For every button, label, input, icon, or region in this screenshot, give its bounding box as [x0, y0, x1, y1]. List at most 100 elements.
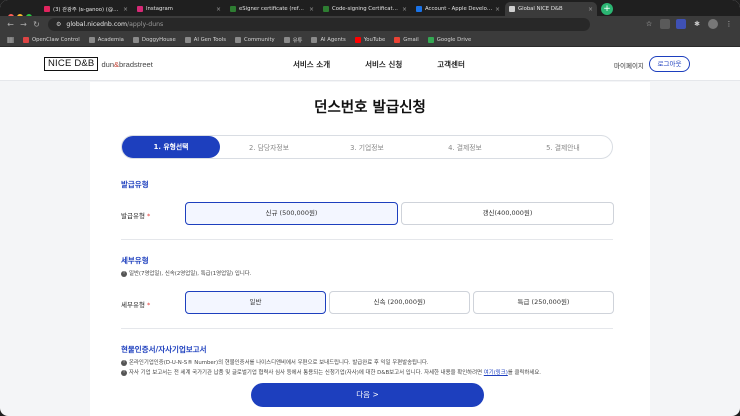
- menu-kebab-icon[interactable]: ⋮: [724, 19, 734, 29]
- bookmark-label: Academia: [97, 36, 124, 43]
- tab-close-icon[interactable]: ×: [309, 6, 314, 13]
- bookmark-label: OpenClaw Control: [32, 36, 80, 43]
- bookmark-item[interactable]: DoggyHouse: [132, 36, 176, 43]
- address-bar[interactable]: ⚙ global.nicednb.com/apply-duns: [48, 18, 590, 31]
- tab-title: Instagram: [146, 6, 173, 12]
- divider: [121, 239, 613, 240]
- toolbar-actions: ☆ ✱ ⋮: [638, 19, 734, 29]
- info-icon: !: [121, 369, 127, 376]
- bookmark-item[interactable]: AI Gen Tools: [184, 36, 227, 43]
- bookmark-label: YouTube: [363, 36, 386, 43]
- browser-tab[interactable]: Code-signing Certificate For ×: [319, 2, 411, 16]
- browser-tab[interactable]: Account - Apple Developer ×: [412, 2, 504, 16]
- detail-option-express[interactable]: 신속 (200,000원): [329, 291, 470, 314]
- bookmark-item[interactable]: Academia: [88, 36, 124, 43]
- tab-close-icon[interactable]: ×: [216, 6, 221, 13]
- nav-item[interactable]: 서비스 신청: [365, 59, 402, 70]
- tab-close-icon[interactable]: ×: [588, 6, 593, 13]
- bookmark-label: Gmail: [403, 36, 419, 43]
- tab-title: Code-signing Certificate For: [332, 6, 400, 12]
- bookmark-item[interactable]: 유튜: [283, 36, 303, 44]
- url-path: /apply-duns: [127, 21, 164, 28]
- tab-favicon-icon: [230, 6, 236, 12]
- folder-icon: [235, 36, 242, 43]
- report-detail-link[interactable]: 여기(링크): [484, 370, 508, 376]
- tab-close-icon[interactable]: ×: [402, 6, 407, 13]
- main-nav: 서비스 소개 서비스 신청 고객센터: [293, 59, 500, 70]
- back-icon[interactable]: ←: [4, 20, 17, 29]
- bookmark-label: AI Gen Tools: [193, 36, 227, 43]
- mypage-link[interactable]: 마이페이지: [614, 60, 644, 70]
- bookmark-item[interactable]: OpenClaw Control: [23, 36, 80, 43]
- browser-tab[interactable]: Instagram ×: [133, 2, 225, 16]
- url-host: global.nicednb.com: [66, 21, 128, 28]
- bookmark-item[interactable]: Community: [235, 36, 275, 43]
- logo-text: NICE D&B: [44, 57, 99, 71]
- nice-dnb-logo[interactable]: NICE D&B dun&bradstreet: [44, 57, 153, 71]
- next-button[interactable]: 다음 >: [251, 383, 484, 407]
- forward-icon[interactable]: →: [17, 20, 30, 29]
- bookmark-label: 유튜: [292, 37, 303, 44]
- browser-tab[interactable]: eSigner certificate (ref# co- ×: [226, 2, 318, 16]
- site-info-icon[interactable]: ⚙: [56, 21, 61, 28]
- folder-icon: [184, 36, 191, 43]
- logo-subtext: dun&bradstreet: [101, 59, 153, 69]
- step-5: 5. 결제안내: [546, 144, 580, 152]
- bookmark-item[interactable]: AI Agents: [311, 36, 346, 43]
- browser-tab[interactable]: Global NICE D&B ×: [505, 2, 597, 16]
- bookmark-label: Google Drive: [436, 36, 472, 43]
- bookmark-label: DoggyHouse: [141, 36, 176, 43]
- issue-option-renew[interactable]: 갱신(400,000원): [401, 202, 614, 225]
- tab-title: Account - Apple Developer: [425, 6, 493, 12]
- issue-option-new[interactable]: 신규 (500,000원): [185, 202, 398, 225]
- reload-icon[interactable]: ↻: [30, 20, 43, 29]
- detail-type-heading: 세부유형: [121, 256, 149, 265]
- tab-favicon-icon: [137, 6, 143, 12]
- extension-icon[interactable]: [676, 19, 686, 29]
- step-1: 1. 유형선택: [122, 136, 220, 158]
- logout-button[interactable]: 로그아웃: [649, 56, 690, 72]
- issue-type-heading: 발급유형: [121, 180, 149, 189]
- detail-option-normal[interactable]: 일반: [185, 291, 326, 314]
- tab-favicon-icon: [416, 6, 422, 12]
- detail-type-hint: ! 일반(7영업일), 신속(2영업일), 특급(1영업일) 입니다.: [121, 269, 251, 277]
- nav-item[interactable]: 서비스 소개: [293, 59, 330, 70]
- nav-item[interactable]: 고객센터: [437, 59, 465, 70]
- folder-icon: [88, 36, 95, 43]
- tab-title: eSigner certificate (ref# co-: [239, 6, 307, 12]
- step-4: 4. 결제정보: [448, 144, 482, 152]
- profile-avatar-icon[interactable]: [708, 19, 718, 29]
- detail-option-urgent[interactable]: 특급 (250,000원): [473, 291, 614, 314]
- bookmark-item[interactable]: Google Drive: [427, 36, 472, 43]
- browser-tab[interactable]: (3) 관광주 (ผ-ganoo) (@hganoo×: [40, 2, 132, 16]
- tab-strip: (3) 관광주 (ผ-ganoo) (@hganoo×Instagram×eSi…: [0, 0, 740, 20]
- tab-title: (3) 관광주 (ผ-ganoo) (@hganoo: [53, 6, 121, 13]
- extensions-puzzle-icon[interactable]: ✱: [692, 19, 702, 29]
- issue-type-label: 발급유형 *: [121, 212, 151, 220]
- new-tab-button[interactable]: +: [601, 3, 613, 15]
- page-title: 던스번호 발급신청: [314, 100, 426, 116]
- tab-favicon-icon: [44, 6, 50, 12]
- step-2: 2. 담당자정보: [249, 144, 289, 152]
- folder-icon: [311, 36, 318, 43]
- step-3: 3. 기업정보: [350, 144, 384, 152]
- bookmark-item[interactable]: Gmail: [394, 36, 419, 43]
- info-icon: !: [121, 270, 127, 277]
- tabs: (3) 관광주 (ผ-ganoo) (@hganoo×Instagram×eSi…: [40, 2, 613, 16]
- bookmark-item[interactable]: YouTube: [354, 36, 386, 43]
- certificate-note: ! 온라인기업인증(D-U-N-S® Number)의 현물인증서를 나이스디앤비…: [121, 358, 429, 366]
- detail-type-label: 세부유형 *: [121, 301, 151, 309]
- extension-icon[interactable]: [660, 19, 670, 29]
- info-icon: !: [121, 359, 127, 366]
- tab-favicon-icon: [323, 6, 329, 12]
- browser-toolbar: ← → ↻ ⚙ global.nicednb.com/apply-duns ☆ …: [0, 16, 740, 33]
- tab-close-icon[interactable]: ×: [495, 6, 500, 13]
- apps-grid-icon[interactable]: ▦: [4, 35, 17, 44]
- bookmark-star-icon[interactable]: ☆: [644, 19, 654, 29]
- tab-close-icon[interactable]: ×: [123, 6, 128, 13]
- step-progress: 1. 유형선택 2. 담당자정보 3. 기업정보 4. 결제정보 5. 결제안내: [121, 135, 613, 159]
- bookmark-label: AI Agents: [320, 36, 346, 43]
- report-note: ! 자사 기업 보고서는 전 세계 국가기관 납품 및 글로벌기업 협력사 심사 …: [121, 368, 541, 376]
- folder-icon: [283, 36, 290, 43]
- bookmarks-bar: ▦ OpenClaw Control Academia DoggyHouse AI G…: [0, 33, 740, 47]
